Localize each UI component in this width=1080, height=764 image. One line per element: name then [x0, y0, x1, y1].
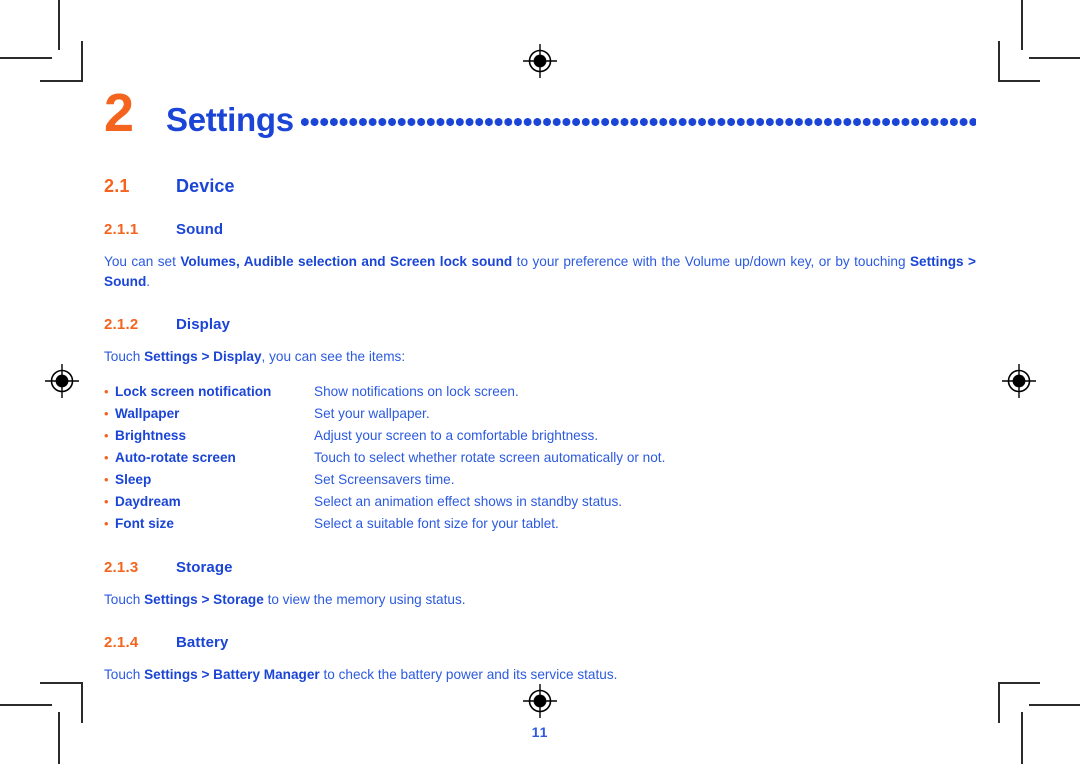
paragraph-storage: Touch Settings > Storage to view the mem… [104, 590, 976, 610]
list-item-term: Auto-rotate screen [115, 449, 236, 465]
section-heading-device: 2.1 Device [104, 176, 976, 197]
subsection-title-storage: Storage [176, 558, 233, 576]
chapter-title: Settings [166, 101, 294, 138]
crop-mark-top-right-horizontal [1029, 57, 1080, 59]
crop-mark-top-left-horizontal [0, 57, 52, 59]
list-item: • Auto-rotate screen Touch to select whe… [104, 447, 976, 469]
crop-mark-bottom-right-horizontal [1029, 704, 1080, 706]
list-item-term: Brightness [115, 427, 187, 443]
paragraph-sound-bold1: Volumes, Audible selection and Screen lo… [180, 254, 513, 269]
registration-target-left-icon [45, 364, 79, 398]
list-item: • Lock screen notification Show notifica… [104, 381, 976, 403]
display-options-list: • Lock screen notification Show notifica… [104, 381, 976, 535]
crop-mark-bottom-left-vertical [58, 712, 60, 764]
list-item-description: Show notifications on lock screen. [314, 383, 519, 399]
list-item-term: Wallpaper [115, 405, 180, 421]
paragraph-storage-part1: Touch [104, 591, 145, 607]
subsection-heading-storage: 2.1.3 Storage [104, 559, 976, 576]
list-item-description: Adjust your screen to a comfortable brig… [314, 427, 599, 443]
subsection-heading-sound: 2.1.1 Sound [104, 221, 976, 238]
paragraph-display-part2: , you can see the items: [261, 349, 406, 364]
subsection-number-display: 2.1.2 [104, 316, 139, 333]
corner-bracket-bottom-right-horizontal [998, 682, 1040, 684]
paragraph-display: Touch Settings > Display, you can see th… [104, 347, 976, 367]
list-item: • Daydream Select an animation effect sh… [104, 491, 976, 513]
section-title-device: Device [176, 176, 235, 196]
paragraph-battery-part1: Touch [104, 666, 145, 682]
bullet-icon: • [104, 471, 109, 487]
registration-target-top-icon [523, 44, 557, 78]
subsection-title-sound: Sound [176, 221, 224, 238]
chapter-number: 2 [104, 83, 134, 143]
page-number: 11 [531, 724, 549, 740]
registration-target-right-icon [1002, 364, 1036, 398]
paragraph-display-part1: Touch [104, 349, 145, 364]
list-item-term: Lock screen notification [115, 383, 272, 399]
corner-bracket-top-right-vertical [998, 41, 1000, 82]
corner-bracket-top-left-horizontal [40, 80, 82, 82]
corner-bracket-bottom-left-vertical [81, 682, 83, 723]
chapter-heading: 2 Settings [104, 86, 976, 148]
chapter-dotted-leader [299, 98, 976, 131]
paragraph-display-bold1: Settings > Display [144, 349, 262, 364]
corner-bracket-bottom-left-horizontal [40, 682, 82, 684]
paragraph-battery-part2: to check the battery power and its servi… [319, 666, 618, 682]
paragraph-sound-part3: . [146, 274, 151, 289]
list-item: • Wallpaper Set your wallpaper. [104, 403, 976, 425]
subsection-number-storage: 2.1.3 [104, 558, 139, 576]
corner-bracket-bottom-right-vertical [998, 682, 1000, 723]
list-item: • Brightness Adjust your screen to a com… [104, 425, 976, 447]
paragraph-sound-part1: You can set [104, 254, 181, 269]
subsection-heading-display: 2.1.2 Display [104, 316, 976, 333]
subsection-number-sound: 2.1.1 [104, 221, 139, 238]
list-item-term: Sleep [115, 471, 152, 487]
corner-bracket-top-right-horizontal [998, 80, 1040, 82]
bullet-icon: • [104, 405, 109, 421]
page-content: 2 Settings 2.1 Device 2.1.1 Sound You ca… [104, 86, 976, 740]
paragraph-storage-part2: to view the memory using status. [263, 591, 466, 607]
bullet-icon: • [104, 515, 109, 531]
list-item-term: Daydream [115, 493, 181, 509]
subsection-title-battery: Battery [176, 633, 229, 651]
list-item-description: Set your wallpaper. [314, 405, 430, 421]
section-number-device: 2.1 [104, 176, 130, 196]
crop-mark-bottom-left-horizontal [0, 704, 52, 706]
bullet-icon: • [104, 383, 109, 399]
list-item-term: Font size [115, 515, 174, 531]
list-item: • Sleep Set Screensavers time. [104, 469, 976, 491]
list-item-description: Select an animation effect shows in stan… [314, 493, 623, 509]
bullet-icon: • [104, 427, 109, 443]
list-item-description: Touch to select whether rotate screen au… [314, 449, 666, 465]
bullet-icon: • [104, 449, 109, 465]
paragraph-battery: Touch Settings > Battery Manager to chec… [104, 665, 976, 685]
paragraph-sound: You can set Volumes, Audible selection a… [104, 252, 976, 292]
list-item-description: Set Screensavers time. [314, 471, 455, 487]
subsection-heading-battery: 2.1.4 Battery [104, 634, 976, 651]
subsection-title-display: Display [176, 316, 231, 333]
list-item-description: Select a suitable font size for your tab… [314, 515, 559, 531]
paragraph-storage-bold1: Settings > Storage [144, 591, 264, 607]
bullet-icon: • [104, 493, 109, 509]
crop-mark-top-left-vertical [58, 0, 60, 50]
crop-mark-bottom-right-vertical [1021, 712, 1023, 764]
corner-bracket-top-left-vertical [81, 41, 83, 82]
list-item: • Font size Select a suitable font size … [104, 513, 976, 535]
crop-mark-top-right-vertical [1021, 0, 1023, 50]
paragraph-battery-bold1: Settings > Battery Manager [144, 666, 320, 682]
subsection-number-battery: 2.1.4 [104, 633, 139, 651]
paragraph-sound-part2: to your preference with the Volume up/do… [512, 254, 910, 269]
